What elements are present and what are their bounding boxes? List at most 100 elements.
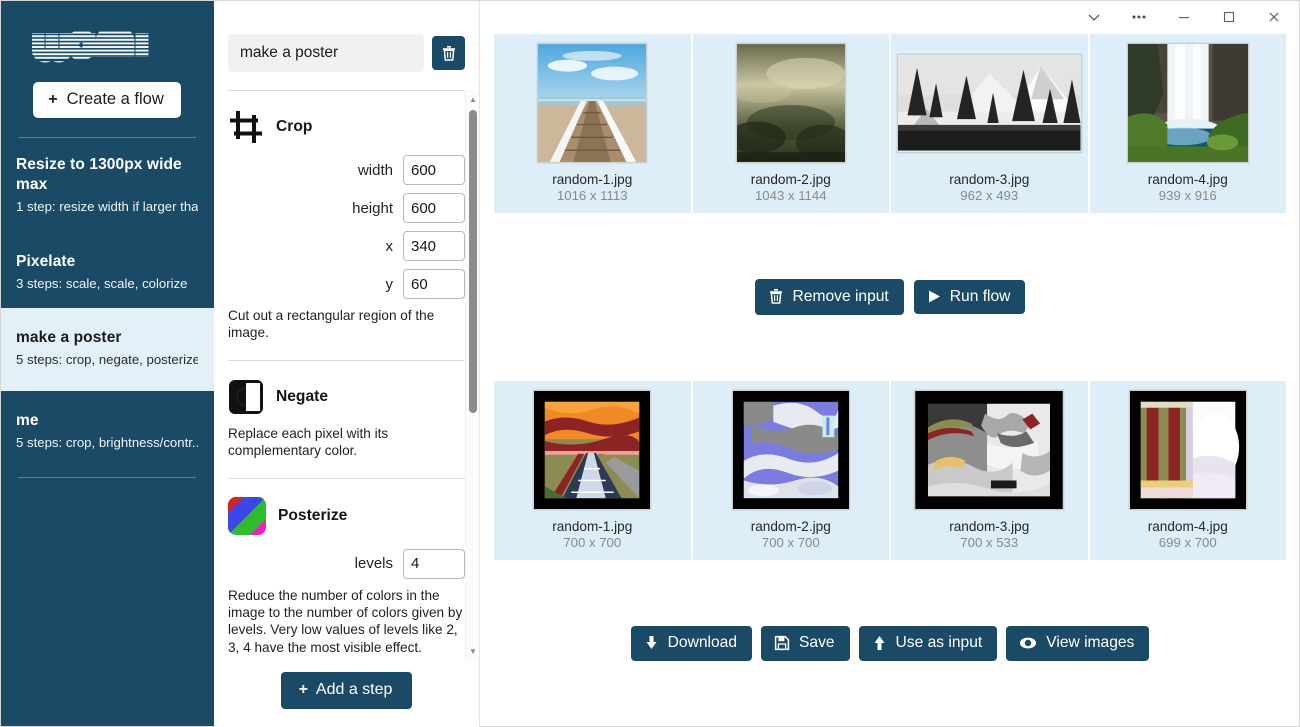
thumbnail-dimensions: 1043 x 1144 [754, 188, 827, 203]
add-step-label: Add a step [315, 681, 393, 698]
field-label: y [385, 275, 394, 293]
upload-icon [874, 636, 885, 650]
chevron-down-icon[interactable] [1071, 1, 1116, 33]
input-thumbnail-cell[interactable]: random-1.jpg 1016 x 1113 [494, 34, 691, 213]
thumbnail-filename: random-4.jpg [1147, 172, 1228, 187]
download-icon [646, 636, 657, 649]
thumbnail-image-poster-random-3 [914, 390, 1065, 510]
main-area: random-1.jpg 1016 x 1113 random-2.jpg 10… [480, 0, 1300, 727]
wami-logo [0, 26, 214, 64]
view-images-button[interactable]: View images [1006, 626, 1150, 661]
scroll-down-arrow[interactable]: ▼ [466, 644, 479, 658]
sidebar-item-make-a-poster[interactable]: make a poster 5 steps: crop, negate, pos… [0, 308, 214, 391]
thumbnail-dimensions: 1016 x 1113 [556, 188, 628, 203]
crop-height-input[interactable] [403, 193, 465, 223]
save-label: Save [799, 634, 835, 652]
field-width: width [228, 155, 465, 185]
field-label: width [357, 161, 393, 179]
thumbnail-image-random-1 [537, 43, 648, 163]
thumbnail-image-random-4 [1126, 43, 1249, 163]
flow-name-input[interactable] [228, 34, 424, 72]
more-options-icon[interactable] [1116, 1, 1161, 33]
crop-x-input[interactable] [403, 231, 465, 261]
remove-input-label: Remove input [792, 287, 889, 305]
step-negate[interactable]: Negate Replace each pixel with its compl… [228, 379, 465, 460]
thumbnail-container [1096, 390, 1281, 510]
field-label: x [385, 237, 394, 255]
flow-name-row [214, 0, 479, 72]
steps-scrollbar[interactable]: ▲ ▼ [465, 90, 479, 660]
posterize-icon [228, 496, 266, 535]
sidebar-item-resize-to-1300px-wide-max[interactable]: Resize to 1300px wide max 1 step: resize… [0, 138, 214, 232]
crop-y-input[interactable] [403, 269, 465, 299]
thumbnail-filename: random-1.jpg [552, 172, 633, 187]
step-description: Reduce the number of colors in the image… [228, 587, 463, 655]
flow-title: make a poster [16, 329, 122, 347]
input-actions-bar: Remove input Run flow [480, 213, 1300, 381]
flow-subtitle: 5 steps: crop, negate, posterize... [16, 352, 198, 368]
add-step-button[interactable]: + Add a step [280, 672, 413, 709]
thumbnail-container [897, 390, 1082, 510]
negate-icon [229, 379, 263, 414]
download-button[interactable]: Download [630, 626, 752, 661]
trash-icon [769, 289, 782, 304]
input-thumbnail-cell[interactable]: random-2.jpg 1043 x 1144 [692, 34, 889, 213]
wami-app-window: + Create a flow Resize to 1300px wide ma… [0, 0, 1300, 727]
flow-list: Resize to 1300px wide max 1 step: resize… [0, 138, 214, 479]
sidebar-item-pixelate[interactable]: Pixelate 3 steps: scale, scale, colorize [0, 232, 214, 309]
step-header: Crop [228, 109, 465, 145]
download-label: Download [667, 634, 737, 652]
step-posterize[interactable]: Posterize levels Reduce the number of co… [228, 496, 465, 657]
close-icon[interactable] [1251, 1, 1296, 33]
sidebar: + Create a flow Resize to 1300px wide ma… [0, 0, 214, 727]
thumbnail-container [500, 390, 685, 510]
minimize-icon[interactable] [1161, 1, 1206, 33]
field-height: height [228, 193, 465, 223]
use-as-input-label: Use as input [895, 634, 983, 652]
output-thumbnail-cell[interactable]: random-1.jpg 700 x 700 [494, 381, 691, 560]
thumbnail-dimensions: 699 x 700 [1158, 535, 1217, 550]
flow-title: Resize to 1300px wide max [16, 156, 182, 194]
thumbnail-container [500, 43, 685, 163]
run-flow-button[interactable]: Run flow [913, 279, 1026, 315]
create-flow-button[interactable]: + Create a flow [33, 82, 181, 118]
flow-title: Pixelate [16, 252, 76, 270]
save-button[interactable]: Save [761, 626, 850, 661]
maximize-icon[interactable] [1206, 1, 1251, 33]
field-x: x [228, 231, 465, 261]
step-crop[interactable]: Crop width height x y Cut o [228, 109, 465, 342]
remove-input-button[interactable]: Remove input [754, 279, 904, 315]
scroll-up-arrow[interactable]: ▲ [466, 92, 479, 106]
divider [228, 359, 465, 361]
scrollbar-thumb[interactable] [469, 110, 477, 413]
output-thumbnail-cell[interactable]: random-2.jpg 700 x 700 [692, 381, 889, 560]
thumbnail-image-random-3 [897, 53, 1082, 153]
divider [228, 477, 465, 479]
use-as-input-button[interactable]: Use as input [858, 626, 998, 661]
plus-icon: + [298, 681, 308, 698]
delete-flow-button[interactable] [432, 36, 465, 70]
step-title: Crop [276, 118, 313, 135]
thumbnail-filename: random-2.jpg [750, 172, 831, 187]
thumbnail-filename: random-1.jpg [552, 519, 633, 534]
save-icon [774, 635, 790, 651]
thumbnail-filename: random-2.jpg [750, 519, 831, 534]
output-actions-bar: Download Save Use as input View images [480, 560, 1300, 727]
input-thumbnail-cell[interactable]: random-3.jpg 962 x 493 [891, 34, 1088, 213]
thumbnail-container [1096, 43, 1281, 163]
step-header: Negate [228, 379, 465, 415]
thumbnail-container [897, 43, 1082, 163]
thumbnail-container [699, 43, 884, 163]
input-thumbnail-cell[interactable]: random-4.jpg 939 x 916 [1089, 34, 1286, 213]
sidebar-item-me[interactable]: me 5 steps: crop, brightness/contr... [0, 391, 214, 468]
thumbnail-dimensions: 700 x 700 [563, 535, 622, 550]
posterize-levels-input[interactable] [403, 548, 465, 579]
output-thumbnail-cell[interactable]: random-4.jpg 699 x 700 [1089, 381, 1286, 560]
field-y: y [228, 269, 465, 299]
flow-subtitle: 1 step: resize width if larger than [16, 199, 198, 215]
crop-width-input[interactable] [403, 155, 465, 185]
output-thumbnail-cell[interactable]: random-3.jpg 700 x 533 [891, 381, 1088, 560]
step-header: Posterize [228, 496, 465, 535]
thumbnail-dimensions: 700 x 533 [960, 535, 1019, 550]
thumbnail-filename: random-4.jpg [1147, 519, 1228, 534]
